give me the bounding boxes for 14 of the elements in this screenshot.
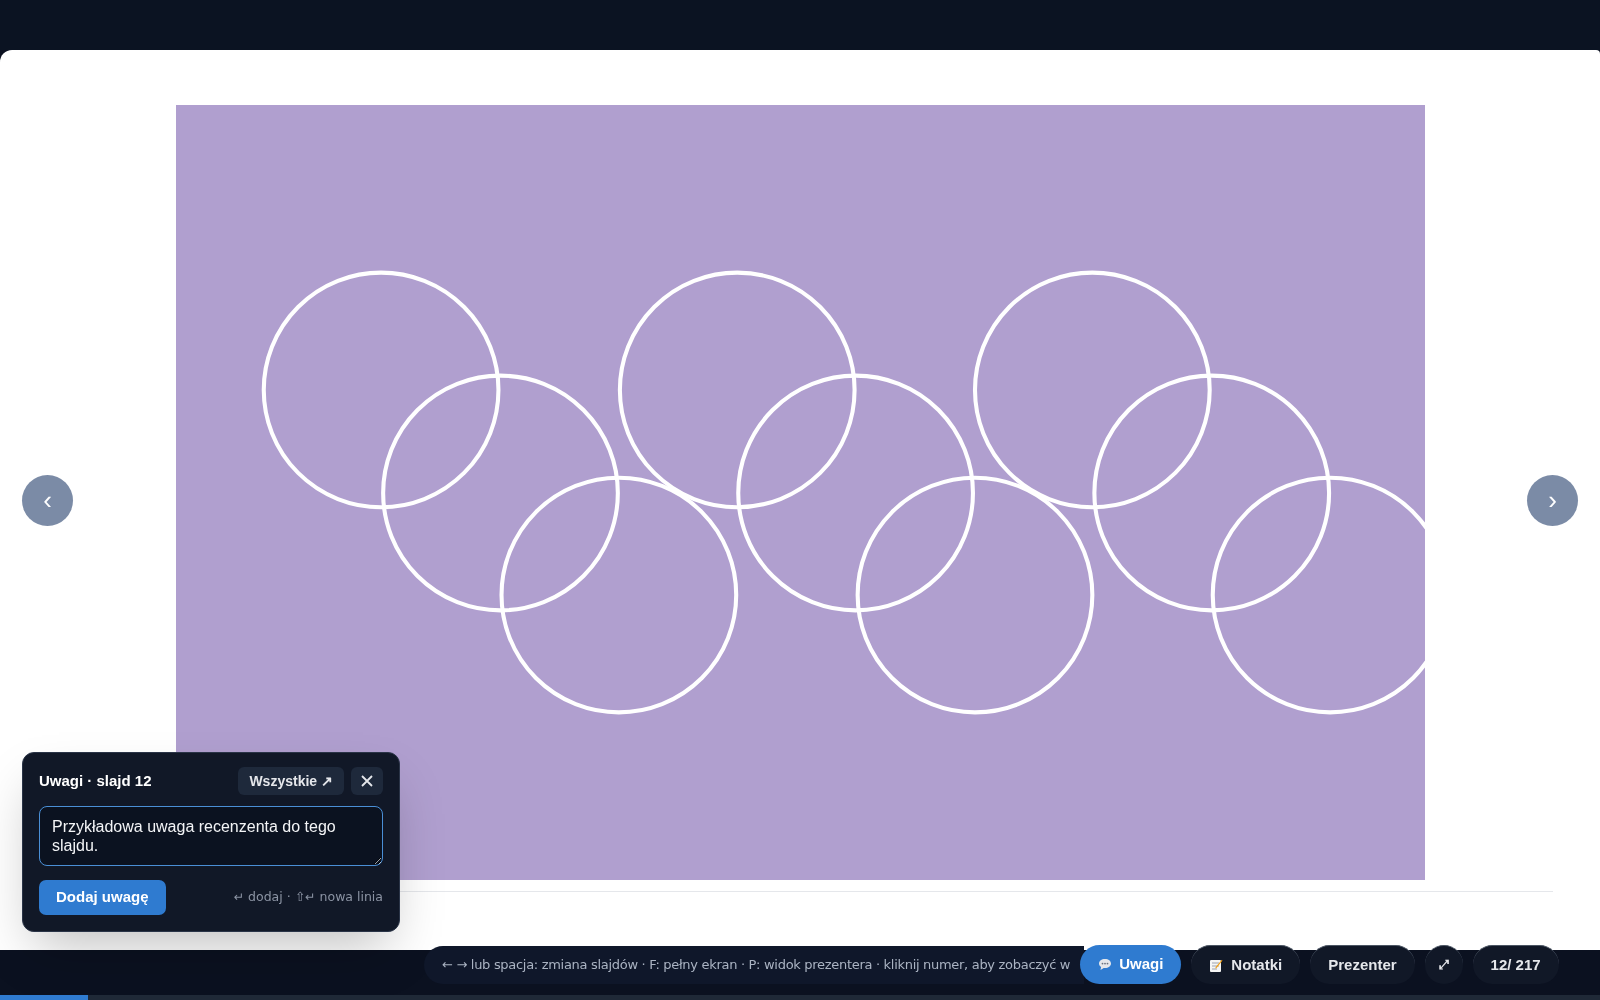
slide-counter-button[interactable]: 12/ 217 <box>1472 945 1559 984</box>
speech-bubble-icon <box>1098 958 1113 971</box>
shortcut-hint: ↵ dodaj · ⇧↵ nowa linia <box>233 888 383 907</box>
notepad-pencil-icon <box>1209 957 1225 973</box>
notes-panel-title: Uwagi · slajd 12 <box>39 770 152 791</box>
all-notes-button[interactable]: Wszystkie ↗ <box>238 767 344 795</box>
notes-button[interactable]: Notatki <box>1191 945 1301 984</box>
comments-button[interactable]: Uwagi <box>1080 945 1182 984</box>
add-note-button[interactable]: Dodaj uwagę <box>39 880 166 915</box>
close-icon <box>361 775 373 787</box>
presenter-button[interactable]: Prezenter <box>1310 945 1415 984</box>
keyboard-hint: ← → lub spacja: zmiana slajdów · F: pełny ekran · P: widok prezentera · kliknij numer, aby zobaczyć w <box>442 955 1071 974</box>
close-button[interactable] <box>351 767 383 795</box>
note-input-field[interactable]: Przykładowa uwaga recenzenta do tego slajdu. <box>39 806 383 866</box>
